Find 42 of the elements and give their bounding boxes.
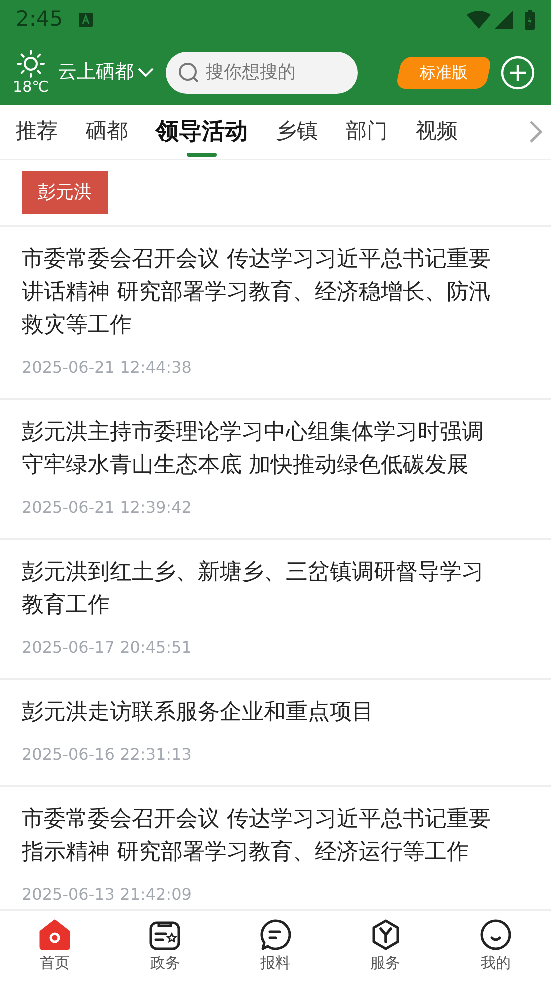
news-title: 彭元洪到红土乡、新塘乡、三岔镇调研督导学习教育工作 [22,559,485,620]
news-item[interactable]: 彭元洪主持市委理论学习中心组集体学习时强调守牢绿水青山生态本底 加快推动绿色低碳发展 2025-06-21 12:39:42 [0,400,551,540]
news-time: 2025-06-17 20:45:51 [22,637,193,659]
add-icon[interactable] [501,56,535,90]
category-tab[interactable]: 推荐 [16,105,58,159]
temperature: 18℃ [13,78,49,96]
signal-icon [495,11,513,29]
nav-item[interactable]: 政务 [110,911,220,981]
wifi-icon [467,11,491,29]
news-time: 2025-06-13 21:42:09 [22,884,193,906]
category-tab[interactable]: 部门 [346,105,388,159]
news-item[interactable]: 彭元洪到红土乡、新塘乡、三岔镇调研督导学习教育工作 2025-06-17 20:45:51 [0,540,551,680]
chat-icon [258,918,292,952]
keyboard-icon [79,13,94,27]
news-time: 2025-06-16 22:31:13 [22,744,193,766]
news-title: 彭元洪走访联系服务企业和重点项目 [22,699,375,727]
smile-icon [478,918,513,952]
news-title: 市委常委会召开会议 传达学习习近平总书记重要讲话精神 研究部署学习教育、经济稳增长、防汛救灾等工作 [22,246,492,340]
category-tab[interactable]: 硒都 [86,105,128,159]
search-field[interactable]: 搜你想搜的 [166,52,358,94]
name-tag: 彭元洪 [22,171,108,214]
news-time: 2025-06-21 12:39:42 [22,497,193,519]
home-icon [38,918,72,952]
category-tab[interactable]: 乡镇 [276,105,318,159]
nav-item[interactable]: 服务 [330,911,441,981]
chevron-down-icon [138,68,154,78]
nav-item[interactable]: 首页 [0,911,110,981]
search-icon [178,62,200,84]
tab-indicator [187,153,217,157]
news-title: 市委常委会召开会议 传达学习习近平总书记重要指示精神 研究部署学习教育、经济运行等工作 [22,806,492,867]
nav-item[interactable]: 报料 [220,911,331,981]
news-title: 彭元洪主持市委理论学习中心组集体学习时强调守牢绿水青山生态本底 加快推动绿色低碳发展 [22,419,485,480]
sun-icon [17,50,45,78]
news-item[interactable]: 市委常委会召开会议 传达学习习近平总书记重要讲话精神 研究部署学习教育、经济稳增长、防汛救灾等工作 2025-06-21 12:44:38 [0,227,551,400]
category-tab[interactable]: 领导活动 [156,105,248,159]
battery-icon [525,10,535,30]
status-time: 2:45 [16,6,64,34]
nav-item[interactable]: 我的 [440,911,551,981]
news-item[interactable]: 彭元洪走访联系服务企业和重点项目 2025-06-16 22:31:13 [0,680,551,787]
news-time: 2025-06-21 12:44:38 [22,357,193,379]
category-tab[interactable]: 视频 [416,105,458,159]
city-selector[interactable]: 云上硒都 [58,58,154,87]
